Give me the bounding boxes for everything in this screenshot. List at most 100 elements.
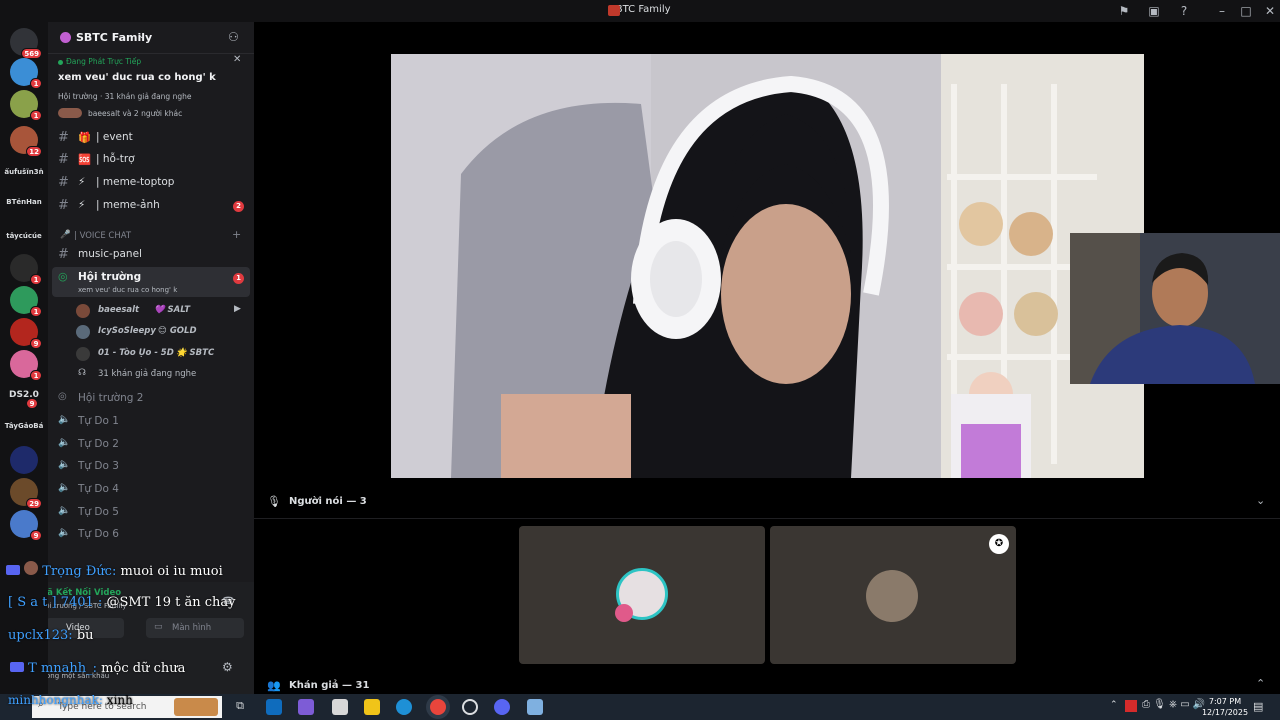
hash-icon: #: [58, 152, 69, 167]
voice-channel[interactable]: 🔈 Tự Do 4: [52, 479, 250, 501]
voice-channel[interactable]: 🔈 Tự Do 6: [52, 524, 250, 546]
unread-badge: 12: [26, 146, 42, 157]
mic-icon: 🎙: [267, 495, 281, 508]
server-icon[interactable]: 12: [10, 126, 42, 157]
voice-channel[interactable]: 🔈 Tự Do 2: [52, 434, 250, 456]
speakers-heading: Người nói — 3: [289, 496, 367, 507]
audience-heading: Khán giả — 31: [289, 680, 370, 691]
store-icon[interactable]: [332, 699, 348, 715]
video-icon: ▶: [234, 304, 241, 314]
clock-date: 12/17/2025: [1201, 708, 1249, 717]
live-label: Đang Phát Trực Tiếp: [66, 57, 142, 66]
channel-emoji: 🆘: [78, 154, 92, 166]
server-name-text[interactable]: TâyGảoBá: [4, 422, 44, 430]
server-icon[interactable]: 1: [10, 286, 42, 317]
help-icon[interactable]: ?: [1176, 3, 1192, 19]
add-channel-icon[interactable]: +: [232, 228, 241, 241]
add-member-icon[interactable]: ⚇: [228, 30, 239, 44]
settings-icon[interactable]: ⚙: [222, 660, 233, 674]
channel-name: Tự Do 2: [78, 438, 119, 450]
tray-app-icon[interactable]: [1125, 700, 1137, 712]
channel-name: | meme-toptop: [96, 176, 175, 188]
task-view-icon[interactable]: ⧉: [232, 699, 248, 715]
webcam-inset[interactable]: [1070, 233, 1280, 384]
voice-channel[interactable]: 🔈 Tự Do 5: [52, 502, 250, 524]
chat-badge-icon: [10, 662, 24, 672]
server-icon[interactable]: 9: [10, 318, 42, 349]
close-icon[interactable]: ✕: [1262, 3, 1278, 19]
screen-share-icon[interactable]: ▣: [1146, 3, 1162, 19]
server-header[interactable]: SBTC Family ⌄ ⚇: [48, 22, 254, 54]
voice-category[interactable]: | VOICE CHAT: [74, 231, 131, 241]
discord-icon[interactable]: [494, 699, 510, 715]
stage-channel[interactable]: ◎ Hội trường 2: [52, 388, 250, 410]
notepad-icon[interactable]: [527, 699, 543, 715]
inbox-icon[interactable]: ⚑: [1116, 3, 1132, 19]
server-icon[interactable]: 1: [10, 254, 42, 285]
stage-meta: Hội trường · 31 khán giả đang nghe: [58, 92, 192, 101]
file-explorer-icon[interactable]: [364, 699, 380, 715]
headphones-icon: ☊: [78, 368, 86, 378]
server-name-text[interactable]: BTẻnHan: [4, 198, 44, 206]
channel-ho-tro[interactable]: # 🆘 | hỗ-trợ: [52, 149, 250, 171]
moderator-icon: ✪: [989, 534, 1009, 554]
voice-channel[interactable]: 🔈 Tự Do 1: [52, 411, 250, 433]
channel-name: Tự Do 4: [78, 483, 119, 495]
server-name-text[interactable]: DS2.0: [4, 390, 44, 400]
avatar: [76, 325, 90, 339]
channel-event[interactable]: # 🎁 | event: [52, 127, 250, 149]
chevron-up-icon[interactable]: ⌃: [1256, 677, 1265, 690]
speaker-tile[interactable]: ✪: [770, 526, 1016, 664]
tray-icons[interactable]: ⎙ 🎙 ⎈ ▭ 🔊: [1142, 699, 1205, 710]
listeners-row[interactable]: ☊ 31 khán giả đang nghe: [76, 365, 246, 385]
server-icon[interactable]: 9: [10, 510, 42, 541]
stage-user[interactable]: 01 - Tòo Ụo - 5D 🌟 SBTC: [76, 344, 246, 364]
channel-emoji: ⚡: [78, 176, 86, 188]
server-icon[interactable]: 29: [10, 478, 42, 509]
search-highlight-image: [174, 698, 218, 716]
notification-icon[interactable]: ▤: [1253, 700, 1263, 713]
server-icon[interactable]: 1: [10, 58, 42, 89]
stage-user[interactable]: baeesalt 💜 SALT ▶: [76, 301, 246, 321]
home-button[interactable]: 569: [10, 28, 42, 59]
maximize-icon[interactable]: □: [1238, 3, 1254, 19]
copilot-icon[interactable]: [298, 699, 314, 715]
live-stage-card[interactable]: Đang Phát Trực Tiếp ✕ xem veu' duc rua c…: [52, 54, 250, 126]
speaker-tile[interactable]: [519, 526, 765, 664]
unread-badge: 1: [30, 110, 42, 121]
edge-icon[interactable]: [396, 699, 412, 715]
chat-user: upclx123:: [8, 628, 73, 643]
chat-message: [ S a t ] 7401 : @SMT 19 t ăn chay: [8, 595, 236, 610]
close-icon[interactable]: ✕: [233, 54, 241, 65]
speaker-icon: 🔈: [58, 482, 71, 493]
clock-app-icon[interactable]: [462, 699, 478, 715]
screen-icon: ▭: [154, 622, 163, 632]
server-name-text[interactable]: tâycúcúe: [4, 232, 44, 240]
chrome-icon[interactable]: [430, 699, 446, 715]
outlook-icon[interactable]: [266, 699, 282, 715]
screen-share-button[interactable]: ▭ Màn hình: [146, 618, 244, 638]
server-icon[interactable]: [10, 446, 38, 474]
audience-icon: 👥: [267, 679, 281, 692]
channel-meme-toptop[interactable]: # ⚡ | meme-toptop: [52, 172, 250, 194]
chat-message: upclx123: bu: [8, 628, 94, 643]
voice-channel[interactable]: 🔈 Tự Do 3: [52, 456, 250, 478]
server-icon[interactable]: 1: [10, 350, 42, 381]
server-icon[interactable]: 1: [10, 90, 42, 121]
server-name-text[interactable]: ẩuḟuŝïn3ṅ: [4, 168, 44, 176]
divider: [254, 518, 1280, 519]
channel-meme-anh[interactable]: # ⚡ | meme-ảnh 2: [52, 195, 250, 217]
unread-badge: 29: [26, 498, 42, 509]
minimize-icon[interactable]: –: [1214, 3, 1230, 19]
title-bar: SBTC Family ⚑ ▣ ? – □ ✕: [0, 0, 1280, 22]
chevron-down-icon[interactable]: ⌄: [1256, 494, 1265, 507]
channel-music-panel[interactable]: # music-panel: [52, 244, 250, 266]
stage-user[interactable]: IcySoSleepy 😊 GOLD: [76, 322, 246, 342]
stage-channel-hoi-truong[interactable]: ◎ Hội trường xem veu' duc rua co hong' k…: [52, 267, 250, 297]
channel-name: music-panel: [78, 248, 142, 260]
stage-icon: ◎: [58, 270, 68, 283]
tray-chevron-icon[interactable]: ⌃: [1110, 700, 1118, 710]
chat-message: Trọng Đức: muoi oi iu muoi: [6, 561, 223, 579]
main-video-stream[interactable]: [391, 54, 1144, 478]
stage-main: 🎙 Người nói — 3 ⌄ ✪ 👥 Khán giả — 31 ⌃: [254, 22, 1280, 694]
